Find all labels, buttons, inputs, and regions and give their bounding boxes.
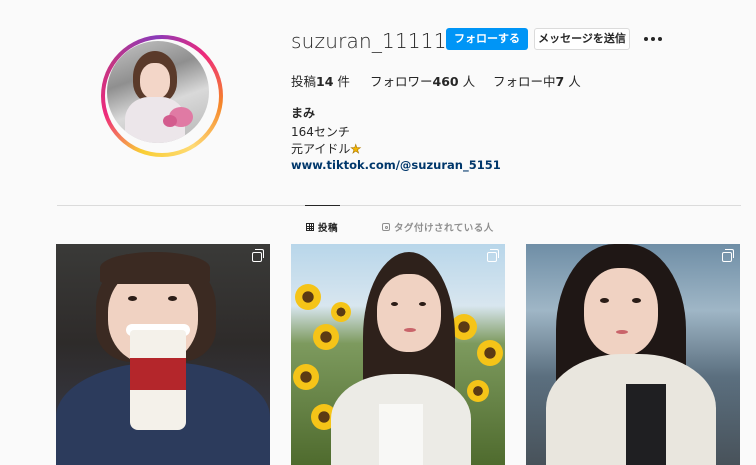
post-1-bangs [100,252,210,284]
tab-tagged-label: タグ付けされている人 [394,223,494,234]
post-3-face [584,268,658,356]
avatar-flowers-2 [163,115,177,127]
tabs-divider [57,205,741,206]
stat-posts: 投稿14 件 [291,71,350,90]
profile-avatar[interactable] [101,35,223,157]
stat-posts-label: 投稿 [291,74,317,89]
more-options-icon[interactable] [643,28,663,50]
post-2-lips [404,328,416,332]
post-2-sunflower [295,284,321,310]
post-2-top [379,404,423,465]
tag-icon [382,223,390,231]
post-2-eye-left [391,302,398,306]
post-2-sunflower [293,364,319,390]
post-2-sunflower [467,380,489,402]
star-icon: ★ [350,142,362,157]
post-2-sunflower [477,340,503,366]
multiple-images-icon [722,249,734,262]
grid-icon [306,223,314,231]
bio-line-1: 164センチ [291,125,350,139]
bio-line-2-text: 元アイドル [291,142,351,156]
bio-name: まみ [291,106,316,120]
stat-following[interactable]: フォロー中7 人 [493,71,581,90]
post-3-lips [616,330,628,334]
avatar-face [140,63,170,99]
tab-posts[interactable]: 投稿 [306,220,338,234]
post-1-cup-band [130,358,186,390]
post-3-inner-top [626,384,666,465]
stat-posts-value: 14 [316,74,334,89]
stat-following-value: 7 [555,74,565,89]
bio-line-2: 元アイドル★ [291,140,361,157]
post-thumbnail-1[interactable] [56,244,270,465]
stat-following-suffix: 人 [564,74,581,89]
bio-link[interactable]: www.tiktok.com/@suzuran_5151 [291,158,501,172]
post-3-eye-left [600,298,609,303]
multiple-images-icon [252,249,264,262]
tab-posts-label: 投稿 [318,223,339,234]
stat-followers-value: 460 [432,74,459,89]
post-1-eye-left [128,296,137,301]
stat-followers-suffix: 人 [458,74,476,89]
stat-followers[interactable]: フォロワー460 人 [370,71,475,90]
tab-tagged[interactable]: タグ付けされている人 [382,220,494,234]
follow-button[interactable]: フォローする [446,28,528,50]
post-2-sunflower [313,324,339,350]
active-tab-indicator [305,205,340,206]
post-1-eye-right [168,296,177,301]
message-button[interactable]: メッセージを送信 [534,28,630,50]
multiple-images-icon [487,249,499,262]
post-thumbnail-2[interactable] [291,244,505,465]
post-2-sunflower [331,302,351,322]
post-2-eye-right [419,302,426,306]
post-3-eye-right [632,298,641,303]
stat-following-label: フォロー中 [493,74,556,89]
post-2-face [377,274,441,352]
stat-posts-suffix: 件 [333,74,350,89]
stat-followers-label: フォロワー [370,74,433,89]
post-thumbnail-3[interactable] [526,244,740,465]
avatar-image [107,41,209,143]
